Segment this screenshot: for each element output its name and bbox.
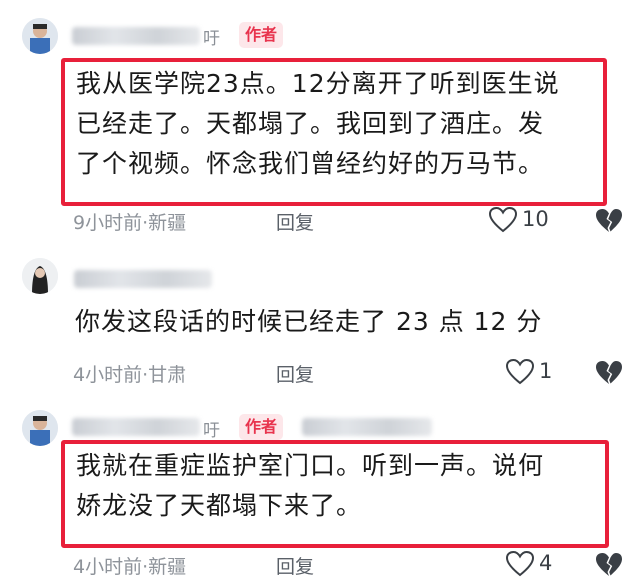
avatar-image [22,18,58,54]
comment-text-line: 我从医学院23点。12分离开了听到医生说 [76,69,560,98]
avatar[interactable] [22,258,58,294]
reply-target-blurred [302,418,432,436]
username-blurred[interactable] [72,27,200,45]
username-tail: 吁 [203,29,220,49]
comment-text-line: 你发这段话的时候已经走了 23 点 12 分 [75,307,543,336]
comment-item: 吁 作者 我从医学院23点。12分离开了听到医生说 已经走了。天都塌了。我回到了… [0,0,640,250]
heart-outline-icon [505,550,535,577]
author-badge: 作者 [239,22,284,48]
avatar-image [22,410,58,446]
author-badge: 作者 [239,414,284,440]
like-button[interactable]: 4 [505,550,565,578]
username-blurred[interactable] [72,418,200,436]
username-blurred[interactable] [74,270,212,288]
comment-meta: 4小时前·甘肃 [73,364,187,386]
comment-text-line: 娇龙没了天都塌下来了。 [76,491,363,520]
comment-item: 吁 作者 我就在重症监护室门口。听到一声。说何 娇龙没了天都塌下来了。 4小时前… [0,400,640,588]
comment-text: 我就在重症监护室门口。听到一声。说何 娇龙没了天都塌下来了。 [76,446,544,526]
reply-button[interactable]: 回复 [276,360,314,387]
heart-outline-icon [488,206,518,233]
comment-text-line: 已经走了。天都塌了。我回到了酒庄。发 [76,109,545,138]
like-button[interactable]: 1 [505,358,565,386]
avatar-image [22,258,58,294]
comment-text-line: 了个视频。怀念我们曾经约好的万马节。 [76,149,545,178]
dislike-button[interactable] [594,359,624,387]
heart-outline-icon [505,358,535,385]
like-count: 10 [522,207,549,231]
comment-text: 你发这段话的时候已经走了 23 点 12 分 [75,302,542,342]
reply-button[interactable]: 回复 [276,552,314,579]
broken-heart-icon [596,209,622,232]
avatar[interactable] [22,18,58,54]
avatar[interactable] [22,410,58,446]
broken-heart-icon [596,361,622,384]
like-count: 1 [539,359,553,383]
username-tail: 吁 [203,421,220,441]
like-count: 4 [539,551,553,575]
dislike-button[interactable] [594,551,624,579]
dislike-button[interactable] [594,207,624,235]
broken-heart-icon [596,553,622,576]
comment-text: 我从医学院23点。12分离开了听到医生说 已经走了。天都塌了。我回到了酒庄。发 … [76,64,560,184]
reply-button[interactable]: 回复 [276,208,314,235]
comment-item: 你发这段话的时候已经走了 23 点 12 分 4小时前·甘肃 回复 1 [0,250,640,400]
comment-meta: 4小时前·新疆 [73,556,187,578]
like-button[interactable]: 10 [488,206,568,234]
comment-meta: 9小时前·新疆 [73,212,187,234]
comment-text-line: 我就在重症监护室门口。听到一声。说何 [76,451,545,480]
